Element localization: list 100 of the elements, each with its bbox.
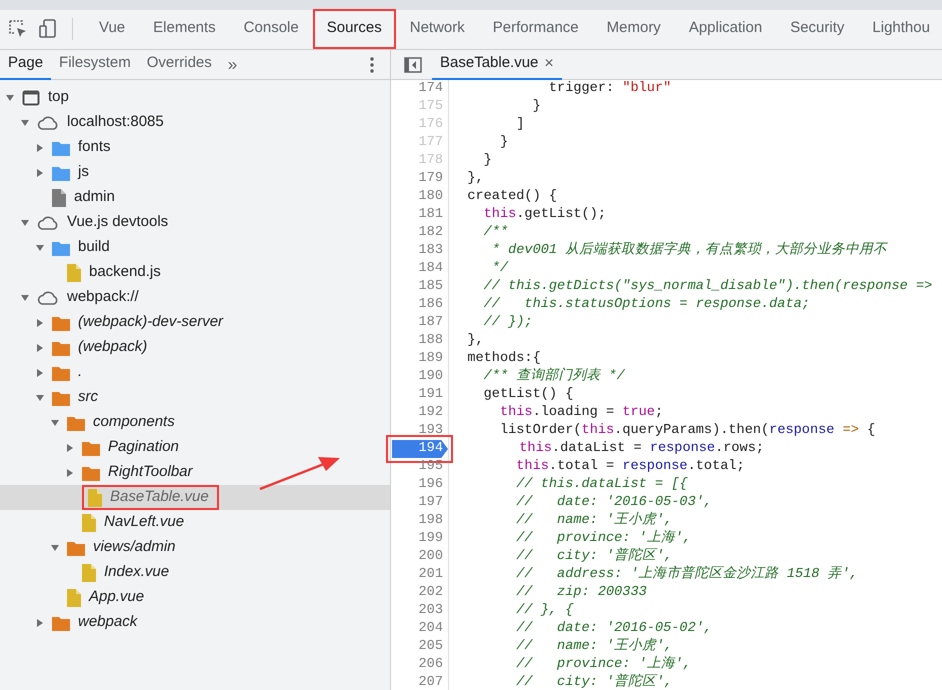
cloud-icon	[37, 114, 59, 130]
caret-right-icon[interactable]	[65, 442, 75, 452]
line-number[interactable]: 196	[418, 474, 448, 496]
line-number[interactable]: 188	[418, 330, 448, 352]
code-line: ]	[515, 116, 524, 134]
navigator-tab[interactable]: Filesystem	[51, 50, 139, 80]
caret-right-icon[interactable]	[35, 142, 45, 152]
caret-down-icon[interactable]	[35, 242, 45, 252]
caret-down-icon[interactable]	[35, 392, 45, 402]
line-number[interactable]: 181	[418, 204, 448, 226]
line-number[interactable]: 189	[418, 348, 448, 370]
panel-tab[interactable]: Performance	[478, 9, 593, 49]
line-number[interactable]: 204	[418, 618, 448, 640]
tree-item[interactable]: webpack	[0, 610, 390, 635]
code-line: this.dataList = response.rows;	[518, 440, 764, 458]
code-line: // province: '上海',	[515, 528, 692, 548]
caret-down-icon[interactable]	[20, 218, 30, 228]
line-number[interactable]: 182	[418, 222, 448, 244]
line-number[interactable]: 174	[418, 78, 448, 100]
more-tabs-button[interactable]: »	[220, 52, 246, 78]
frame-icon	[22, 90, 40, 106]
line-number[interactable]: 202	[418, 582, 448, 604]
sidebar-toggle-icon[interactable]	[404, 56, 422, 72]
line-number[interactable]: 207	[418, 672, 448, 690]
tree-item[interactable]: backend.js	[0, 260, 390, 285]
line-number[interactable]: 192	[418, 402, 448, 424]
tree-item[interactable]: (webpack)	[0, 335, 390, 360]
code-line: }	[498, 134, 508, 152]
tree-item[interactable]: NavLeft.vue	[0, 510, 390, 535]
caret-right-icon[interactable]	[65, 468, 75, 478]
line-number[interactable]: 198	[418, 510, 448, 532]
tree-item[interactable]: fonts	[0, 135, 390, 160]
line-number[interactable]: 199	[418, 528, 448, 550]
line-number[interactable]: 201	[418, 564, 448, 586]
caret-right-icon[interactable]	[35, 342, 45, 352]
caret-right-icon[interactable]	[35, 318, 45, 328]
panel-tab[interactable]: Console	[230, 9, 313, 49]
code-line: * dev001 从后端获取数据字典，有点繁琐，大部分业务中用不	[490, 240, 888, 260]
device-icon[interactable]	[38, 19, 58, 39]
line-number[interactable]: 185	[418, 276, 448, 298]
tree-item[interactable]: top	[0, 85, 390, 110]
navigator-tab[interactable]: Overrides	[138, 50, 220, 80]
panel-tab[interactable]: Sources	[312, 9, 396, 49]
tree-item[interactable]: build	[0, 235, 390, 260]
line-number[interactable]: 180	[418, 186, 448, 208]
panel-tab[interactable]: Security	[776, 9, 858, 49]
caret-down-icon[interactable]	[50, 542, 60, 552]
panel-tab[interactable]: Lighthou	[858, 9, 942, 49]
line-number[interactable]: 195	[418, 456, 448, 478]
line-number[interactable]: 183	[418, 240, 448, 262]
line-number[interactable]: 197	[418, 492, 448, 514]
line-number[interactable]: 200	[418, 546, 448, 568]
line-number[interactable]: 186	[418, 294, 448, 316]
tree-item[interactable]: BaseTable.vue	[0, 485, 390, 510]
tree-item[interactable]: views/admin	[0, 535, 390, 560]
line-number[interactable]: 203	[418, 600, 448, 622]
caret-right-icon[interactable]	[35, 368, 45, 378]
panel-tab[interactable]: Application	[674, 9, 776, 49]
tree-item[interactable]: src	[0, 385, 390, 410]
inspect-icon[interactable]	[8, 19, 28, 39]
more-options-icon[interactable]	[370, 56, 374, 72]
panel-tab[interactable]: Vue	[85, 9, 140, 49]
tree-item[interactable]: Index.vue	[0, 560, 390, 585]
line-number[interactable]: 193	[418, 420, 448, 442]
caret-right-icon[interactable]	[35, 618, 45, 628]
caret-right-icon[interactable]	[35, 168, 45, 178]
code-line: // city: '普陀区',	[515, 546, 672, 566]
line-number[interactable]: 179	[418, 168, 448, 190]
panel-tab[interactable]: Elements	[139, 9, 230, 49]
tree-item[interactable]: components	[0, 410, 390, 435]
tree-item[interactable]: .	[0, 360, 390, 385]
caret-down-icon[interactable]	[50, 418, 60, 428]
code-line: // address: '上海市普陀区金沙江路 1518 弄',	[515, 564, 858, 584]
tree-item[interactable]: App.vue	[0, 585, 390, 610]
caret-down-icon[interactable]	[5, 92, 15, 102]
panel-tab[interactable]: Memory	[592, 9, 675, 49]
code-line: created() {	[466, 188, 558, 206]
line-number[interactable]: 190	[418, 366, 448, 388]
close-button[interactable]: ×	[544, 56, 554, 72]
tree-item[interactable]: RightToolbar	[0, 460, 390, 485]
line-number[interactable]: 205	[418, 636, 448, 658]
line-number[interactable]: 184	[418, 258, 448, 280]
code-line: // this.statusOptions = response.data;	[482, 296, 810, 314]
breakpoint-marker[interactable]: 194	[392, 440, 448, 458]
tree-item[interactable]: localhost:8085	[0, 110, 390, 135]
line-number[interactable]: 206	[418, 654, 448, 676]
navigator-tab[interactable]: Page	[0, 50, 52, 80]
line-number[interactable]: 187	[418, 312, 448, 334]
tree-item[interactable]: js	[0, 160, 390, 185]
panel-tab[interactable]: Network	[396, 9, 479, 49]
caret-down-icon[interactable]	[20, 292, 30, 302]
caret-down-icon[interactable]	[20, 118, 30, 128]
tree-item[interactable]: (webpack)-dev-server	[0, 310, 390, 335]
tree-item[interactable]: Vue.js devtools	[0, 210, 390, 235]
tree-item[interactable]: webpack://	[0, 285, 390, 310]
line-number[interactable]: 191	[418, 384, 448, 406]
code-line: // }, {	[515, 602, 574, 620]
code-line: // name: '王小虎',	[515, 510, 672, 530]
tree-item[interactable]: Pagination	[0, 435, 390, 460]
tree-item[interactable]: admin	[0, 185, 390, 210]
